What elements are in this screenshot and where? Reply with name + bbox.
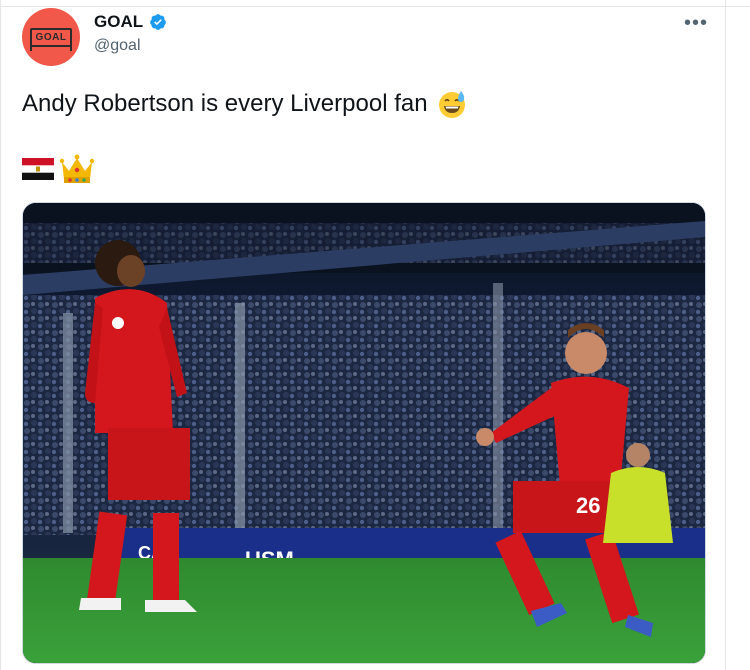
- display-name[interactable]: GOAL: [94, 12, 143, 32]
- window-top-edge: [0, 0, 750, 7]
- stand-pillar-2: [235, 303, 245, 533]
- tweet-media-photo[interactable]: CAZ USM hummel 26: [22, 202, 706, 664]
- avatar[interactable]: GOAL: [22, 8, 80, 66]
- user-handle[interactable]: @goal: [94, 37, 141, 55]
- more-options-icon[interactable]: •••: [684, 13, 708, 33]
- emoji-row: [22, 152, 95, 186]
- window-left-edge: [0, 0, 1, 670]
- player-number: 26: [576, 493, 600, 518]
- crown-icon: [59, 154, 95, 183]
- tweet-text: Andy Robertson is every Liverpool fan: [22, 88, 468, 120]
- stand-pillar-1: [63, 313, 73, 533]
- verified-badge-icon: [150, 14, 166, 30]
- photo-scene: CAZ USM hummel 26: [23, 203, 705, 663]
- tweet-text-content: Andy Robertson is every Liverpool fan: [22, 90, 428, 117]
- egypt-flag-icon: [22, 158, 54, 180]
- grinning-face-with-sweat-icon: [438, 91, 465, 118]
- window-right-edge: [725, 0, 726, 670]
- author-name-row[interactable]: GOAL: [94, 12, 167, 32]
- stand-pillar-3: [493, 283, 503, 533]
- goal-logo-text: GOAL: [30, 27, 72, 51]
